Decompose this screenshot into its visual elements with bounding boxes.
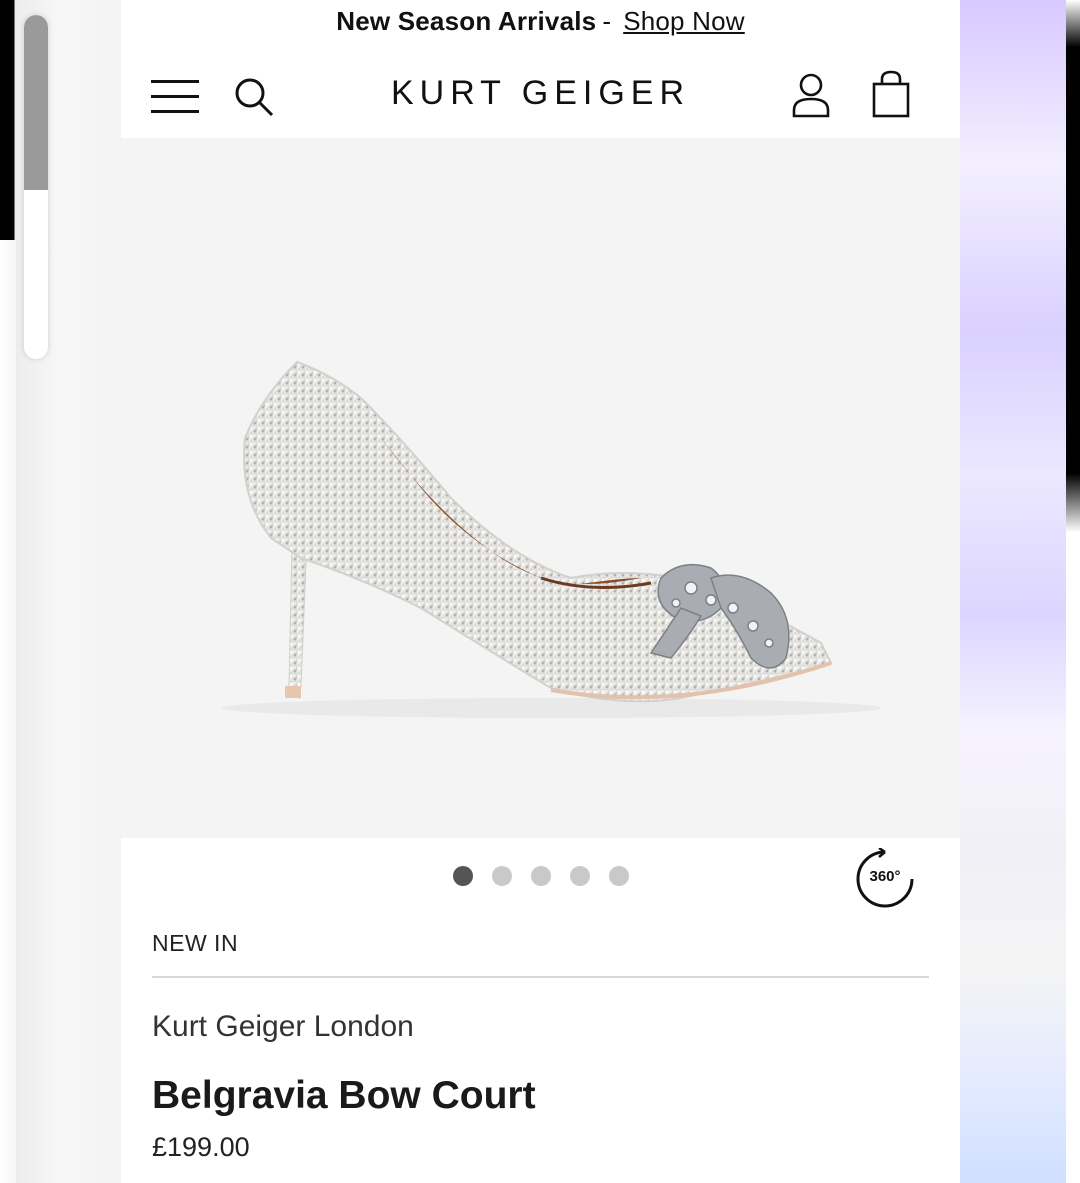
gallery-dot[interactable] [569,866,590,886]
bag-icon[interactable] [871,70,911,118]
gallery-dot[interactable] [530,866,551,886]
view-360-button[interactable]: 360° [854,846,916,910]
shoe-image [221,360,881,718]
account-icon[interactable] [791,72,831,118]
gallery-dot[interactable] [452,866,473,886]
divider [152,976,929,978]
product-image[interactable] [121,138,960,838]
promo-separator: - [602,5,612,36]
product-price: £199.00 [152,1132,250,1162]
new-in-tag: NEW IN [152,930,239,956]
right-bezel [960,0,1080,1183]
gallery-dot[interactable] [491,866,512,886]
scrollbar[interactable] [24,15,48,359]
product-title: Belgravia Bow Court [152,1074,536,1117]
scrollbar-thumb[interactable] [24,15,48,190]
product-page: New Season Arrivals - Shop Now KURT GEIG… [121,0,960,1183]
promo-text: New Season Arrivals [336,5,597,36]
shop-now-link[interactable]: Shop Now [623,6,745,37]
brand-logo[interactable]: KURT GEIGER [121,74,960,113]
view-360-label: 360° [869,868,901,885]
gallery-dot[interactable] [608,866,629,886]
left-bezel [0,0,121,1183]
site-header: KURT GEIGER [121,42,960,138]
gallery-pagination [121,866,960,886]
product-brand[interactable]: Kurt Geiger London [152,1010,414,1044]
promo-banner: New Season Arrivals - Shop Now [121,0,960,42]
